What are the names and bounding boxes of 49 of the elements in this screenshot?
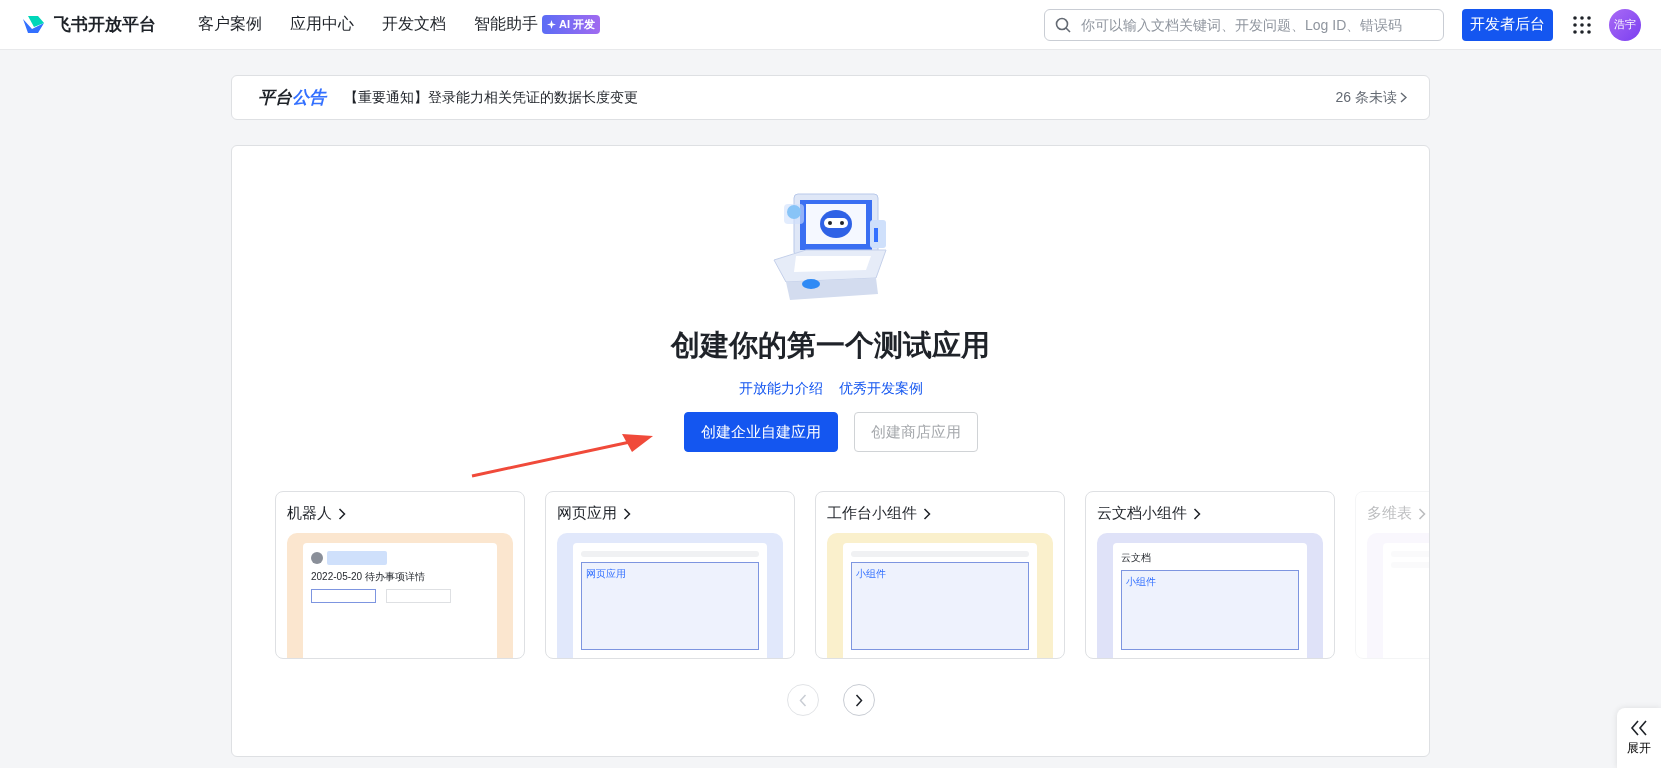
chevron-right-icon	[1400, 92, 1407, 103]
logo-icon[interactable]	[22, 14, 46, 35]
card-title-text: 云文档小组件	[1097, 504, 1187, 523]
mock-message: 2022-05-20 待办事项详情	[311, 570, 426, 584]
chevron-right-icon	[1193, 507, 1201, 520]
announcement-link[interactable]: 【重要通知】登录能力相关凭证的数据长度变更	[344, 88, 1318, 107]
mock-widget-label: 小组件	[856, 567, 887, 581]
page-heading: 创建你的第一个测试应用	[671, 328, 990, 363]
app-type-card[interactable]: 网页应用 网页应用	[545, 491, 795, 659]
next-button[interactable]	[842, 684, 875, 716]
chevron-right-icon	[923, 507, 931, 520]
card-title[interactable]: 云文档小组件	[1097, 504, 1323, 523]
chevron-left-icon	[798, 693, 807, 707]
mock-widget-label: 小组件	[1126, 575, 1157, 589]
card-title-text: 多维表	[1367, 504, 1412, 523]
sparkle-icon	[547, 20, 556, 29]
user-avatar[interactable]: 浩宇	[1609, 8, 1641, 41]
console-button[interactable]: 开发者后台	[1462, 8, 1553, 41]
nav-link[interactable]: 应用中心	[290, 14, 354, 35]
mock-widget-label: 网页应用	[586, 567, 627, 581]
app-type-card[interactable]: 机器人 2022-05-20 待办事项详情	[275, 491, 525, 659]
apps-icon[interactable]	[1573, 15, 1591, 34]
double-chevron-left-icon	[1630, 719, 1648, 736]
card-title-text: 工作台小组件	[827, 504, 917, 523]
expand-tab[interactable]: 展开	[1617, 708, 1661, 768]
chevron-right-icon	[338, 507, 346, 520]
doc-link[interactable]: 开放能力介绍	[738, 380, 823, 398]
card-title[interactable]: 网页应用	[557, 504, 783, 523]
mock-doc-title: 云文档	[1121, 551, 1152, 565]
card-title[interactable]: 工作台小组件	[827, 504, 1053, 523]
chevron-right-icon	[623, 507, 631, 520]
doc-link[interactable]: 优秀开发案例	[838, 380, 923, 398]
nav-link[interactable]: 智能助手 AI 开发	[474, 14, 601, 35]
app-type-card[interactable]: 工作台小组件 小组件	[815, 491, 1065, 659]
announcement-label: 平台公告	[258, 87, 326, 109]
create-app-button[interactable]: 创建企业自建应用	[683, 412, 838, 452]
card-title[interactable]: 机器人	[287, 504, 513, 523]
nav-link[interactable]: 开发文档	[382, 14, 446, 35]
chevron-right-icon	[1418, 507, 1426, 520]
card-title-text: 网页应用	[557, 504, 617, 523]
unread-link[interactable]: 26 条未读	[1335, 88, 1407, 107]
search-field[interactable]: 你可以输入文档关键词、开发问题、Log ID、错误码	[1044, 8, 1444, 41]
card-title-text: 机器人	[287, 504, 332, 523]
nav-link[interactable]: 客户案例	[198, 14, 262, 35]
ai-badge: AI 开发	[542, 15, 601, 34]
chevron-right-icon	[854, 693, 863, 707]
search-icon	[1055, 16, 1071, 33]
brand-name[interactable]: 飞书开放平台	[54, 13, 156, 36]
app-type-card[interactable]: 云文档小组件 云文档 小组件	[1085, 491, 1335, 659]
